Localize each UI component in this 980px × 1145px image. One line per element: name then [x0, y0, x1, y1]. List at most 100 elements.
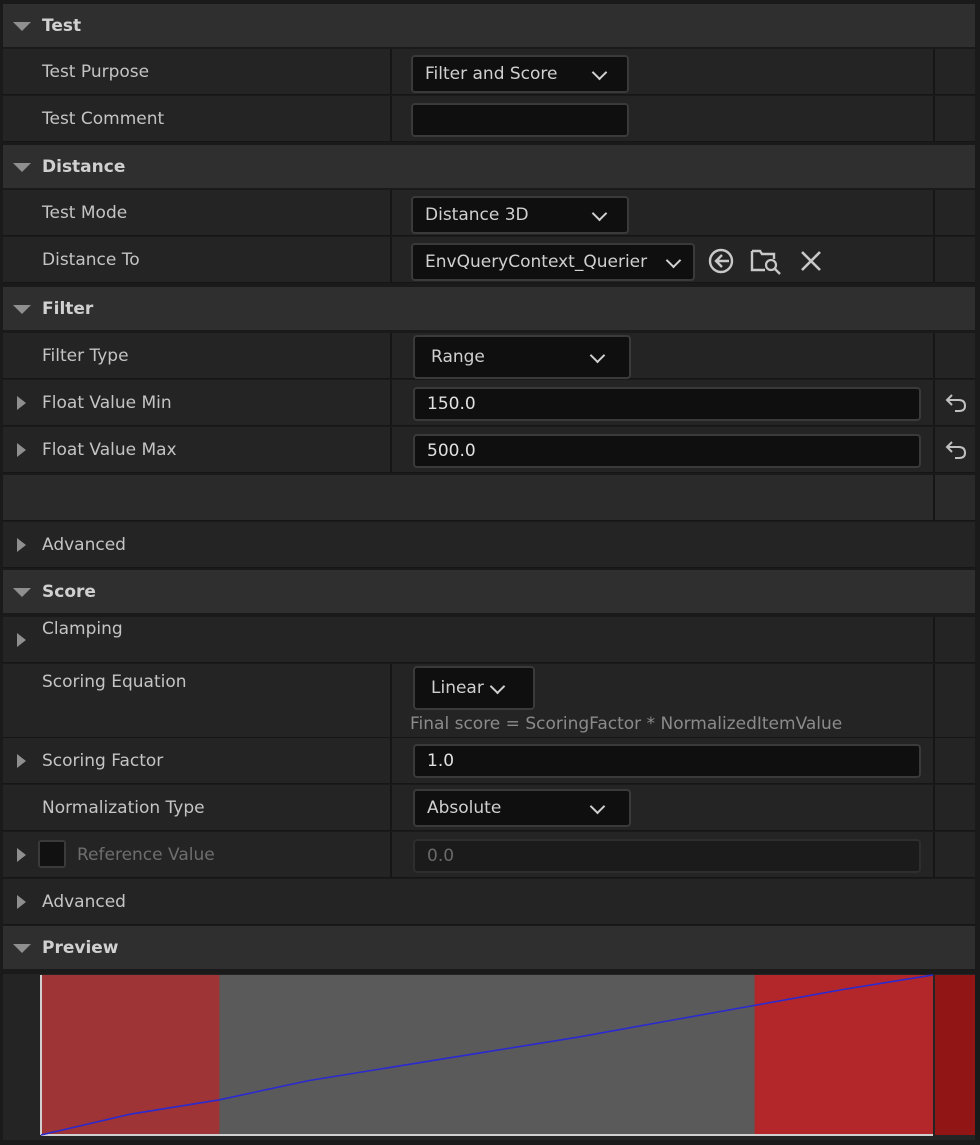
- section-distance[interactable]: Distance: [3, 145, 975, 189]
- chevron-down-icon: [591, 205, 608, 222]
- property-row-test-purpose: Test Purpose Filter and Score: [3, 49, 975, 95]
- property-label: Reference Value: [77, 845, 215, 865]
- expand-arrow-icon[interactable]: [17, 538, 26, 552]
- property-label: Scoring Factor: [42, 751, 164, 771]
- chevron-down-icon: [665, 252, 682, 269]
- empty-row: [3, 475, 975, 521]
- column-divider[interactable]: [390, 49, 392, 94]
- scoring-equation-note: Final score = ScoringFactor * Normalized…: [410, 714, 843, 734]
- property-row-clamping[interactable]: Clamping: [3, 617, 975, 663]
- section-score[interactable]: Score: [3, 570, 975, 614]
- property-label: Normalization Type: [42, 798, 205, 818]
- property-row-normalization-type: Normalization Type Absolute: [3, 785, 975, 831]
- column-divider: [933, 664, 935, 737]
- scoring-equation-dropdown[interactable]: Linear: [413, 666, 535, 710]
- clear-icon[interactable]: [799, 249, 823, 273]
- column-divider: [933, 237, 935, 282]
- reference-value-checkbox[interactable]: [38, 840, 66, 868]
- reset-to-default-icon[interactable]: [943, 389, 969, 415]
- section-test[interactable]: Test: [3, 4, 975, 48]
- property-label: Test Comment: [42, 109, 165, 129]
- float-value-max-input[interactable]: 500.0: [413, 434, 921, 468]
- column-divider: [933, 785, 935, 830]
- expand-arrow-icon[interactable]: [17, 633, 26, 647]
- group-label: Advanced: [42, 535, 126, 555]
- section-filter[interactable]: Filter: [3, 287, 975, 331]
- column-divider: [933, 49, 935, 94]
- distance-to-dropdown[interactable]: EnvQueryContext_Querier: [411, 243, 695, 281]
- section-title: Filter: [42, 299, 94, 319]
- property-label: Test Purpose: [42, 62, 150, 82]
- column-divider: [933, 832, 935, 877]
- section-title: Test: [42, 16, 82, 36]
- column-divider: [933, 617, 935, 662]
- property-row-distance-to: Distance To EnvQueryContext_Querier: [3, 237, 975, 283]
- column-divider: [933, 738, 935, 783]
- chevron-down-icon: [589, 347, 606, 364]
- expand-arrow-icon[interactable]: [17, 848, 26, 862]
- collapse-caret-icon[interactable]: [13, 588, 31, 597]
- column-divider[interactable]: [390, 333, 392, 378]
- section-title: Score: [42, 582, 96, 602]
- property-label: Float Value Min: [42, 393, 172, 413]
- dropdown-value: Linear: [431, 678, 484, 698]
- column-divider[interactable]: [390, 237, 392, 282]
- preview-chart: [40, 974, 975, 1136]
- expand-arrow-icon[interactable]: [17, 443, 26, 457]
- property-label: Float Value Max: [42, 440, 177, 460]
- test-mode-dropdown[interactable]: Distance 3D: [411, 196, 629, 234]
- column-divider[interactable]: [390, 96, 392, 141]
- reference-value-input: 0.0: [413, 839, 921, 873]
- section-preview[interactable]: Preview: [3, 926, 975, 970]
- column-divider[interactable]: [390, 785, 392, 830]
- expand-arrow-icon[interactable]: [17, 396, 26, 410]
- column-divider: [933, 96, 935, 141]
- property-row-reference-value: Reference Value 0.0: [3, 832, 975, 878]
- column-divider: [933, 380, 935, 425]
- test-purpose-dropdown[interactable]: Filter and Score: [411, 55, 629, 93]
- chevron-down-icon: [589, 798, 606, 815]
- expand-arrow-icon[interactable]: [17, 895, 26, 909]
- property-label: Filter Type: [42, 346, 129, 366]
- property-row-float-value-min: Float Value Min 150.0: [3, 380, 975, 426]
- column-divider[interactable]: [390, 427, 392, 472]
- property-row-float-value-max: Float Value Max 500.0: [3, 427, 975, 473]
- chevron-down-icon: [489, 678, 506, 695]
- collapse-caret-icon[interactable]: [13, 305, 31, 314]
- column-divider[interactable]: [390, 190, 392, 235]
- reset-to-default-icon[interactable]: [943, 436, 969, 462]
- column-divider[interactable]: [390, 832, 392, 877]
- browse-icon[interactable]: [749, 245, 783, 275]
- collapse-caret-icon[interactable]: [13, 22, 31, 31]
- scoring-factor-input[interactable]: 1.0: [413, 744, 921, 778]
- chevron-down-icon: [591, 64, 608, 81]
- column-divider[interactable]: [390, 664, 392, 737]
- score-advanced-group[interactable]: Advanced: [3, 879, 975, 925]
- property-label: Distance To: [42, 250, 140, 270]
- preview-chart-panel: [3, 974, 975, 1140]
- property-label: Test Mode: [42, 203, 128, 223]
- expand-arrow-icon[interactable]: [17, 754, 26, 768]
- column-divider: [933, 333, 935, 378]
- filtered-region: [754, 975, 933, 1135]
- normalization-type-dropdown[interactable]: Absolute: [413, 789, 631, 827]
- column-divider: [933, 427, 935, 472]
- float-value-min-input[interactable]: 150.0: [413, 387, 921, 421]
- property-row-test-mode: Test Mode Distance 3D: [3, 190, 975, 236]
- collapse-caret-icon[interactable]: [13, 944, 31, 953]
- collapse-caret-icon[interactable]: [13, 163, 31, 172]
- filter-advanced-group[interactable]: Advanced: [3, 522, 975, 568]
- filtered-region: [41, 975, 220, 1135]
- column-divider: [933, 190, 935, 235]
- dropdown-value: Filter and Score: [425, 64, 558, 84]
- column-divider[interactable]: [390, 380, 392, 425]
- column-divider[interactable]: [390, 738, 392, 783]
- dropdown-value: Absolute: [427, 798, 502, 818]
- out-of-range-strip: [935, 975, 975, 1135]
- property-row-scoring-factor: Scoring Factor 1.0: [3, 738, 975, 784]
- property-label: Scoring Equation: [42, 672, 187, 692]
- group-label: Advanced: [42, 892, 126, 912]
- use-selected-icon[interactable]: [705, 247, 737, 275]
- filter-type-dropdown[interactable]: Range: [413, 335, 631, 379]
- test-comment-input[interactable]: [411, 103, 629, 137]
